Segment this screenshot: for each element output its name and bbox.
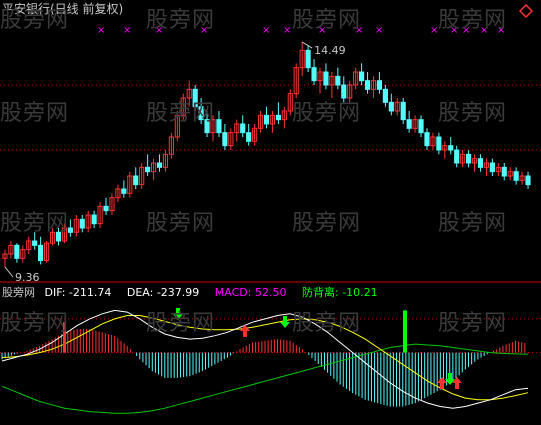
candle-body: [103, 205, 109, 212]
signal-bar-green: [403, 310, 407, 353]
legend-dea: DEA: -237.99: [126, 286, 200, 299]
candle-body: [311, 67, 317, 82]
candle-body: [275, 114, 281, 121]
signal-marker: ×: [283, 25, 291, 36]
up-arrow-icon: [452, 377, 462, 389]
candle-body: [359, 71, 365, 82]
watermark-text: 股旁网: [292, 8, 362, 33]
candle-body: [263, 114, 270, 125]
watermark-text: 股旁网: [438, 211, 508, 236]
high-marker-line: [301, 41, 313, 49]
watermark-text: 股旁网: [0, 101, 70, 126]
legend-defense: 防背离: -10.21: [301, 286, 378, 299]
watermark-text: 股旁网: [0, 211, 70, 236]
high-annotation: 14.49: [314, 44, 346, 57]
candle-body: [513, 171, 519, 181]
candle-body: [448, 145, 454, 151]
candle-body: [382, 88, 388, 103]
candle-body: [489, 162, 495, 173]
candle-body: [145, 166, 151, 173]
watermark-text: 股旁网: [146, 311, 216, 336]
low-annotation: 9.36: [15, 271, 39, 284]
down-arrow-icon: [280, 316, 290, 328]
watermark-text: 股旁网: [146, 101, 216, 126]
legend-macd: MACD: 52.50: [214, 286, 287, 299]
candle-body: [79, 218, 85, 229]
candle-body: [436, 136, 442, 151]
legend-title: 股旁网: [2, 286, 35, 299]
candle-body: [335, 75, 341, 86]
indicator-legend: 股旁网 DIF: -211.74 DEA: -237.99 MACD: 52.5…: [2, 286, 390, 299]
candle-body: [376, 80, 383, 90]
legend-defense-value: -10.21: [342, 286, 378, 299]
legend-macd-value: 52.50: [254, 286, 287, 299]
candle-body: [364, 80, 371, 90]
candle-body: [91, 214, 97, 225]
candle-body: [406, 119, 412, 129]
candle-body: [424, 132, 430, 147]
signal-marker: ×: [262, 25, 270, 36]
watermark-text: 股旁网: [292, 311, 362, 336]
watermark-text: 股旁网: [438, 8, 508, 33]
candle-body: [240, 123, 246, 134]
low-marker-line: [4, 266, 14, 278]
candle-body: [32, 240, 38, 246]
candle-body: [305, 49, 311, 69]
diamond-icon[interactable]: [519, 4, 533, 18]
watermark-text: 股旁网: [438, 311, 508, 336]
candle-body: [156, 162, 163, 168]
candle-body: [216, 119, 222, 134]
candle-body: [501, 166, 507, 177]
candle-body: [388, 101, 394, 112]
candle-body: [121, 188, 127, 194]
signal-marker: ×: [375, 25, 383, 36]
watermark-text: 股旁网: [146, 8, 216, 33]
watermark-text: 股旁网: [292, 101, 362, 126]
watermark-text: 股旁网: [0, 311, 70, 336]
legend-dif-value: -211.74: [68, 286, 112, 299]
candle-body: [418, 119, 424, 134]
candle-body: [133, 175, 139, 186]
watermark-text: 股旁网: [0, 8, 70, 33]
candle-body: [454, 149, 460, 164]
candle-body: [14, 244, 20, 259]
legend-dea-value: -237.99: [156, 286, 200, 299]
candle-body: [400, 101, 406, 121]
candle-body: [477, 158, 484, 168]
candle-body: [323, 71, 329, 86]
signal-marker: ×: [123, 25, 131, 36]
watermark-text: 股旁网: [438, 101, 508, 126]
candle-body: [246, 132, 252, 142]
watermark-text: 股旁网: [292, 211, 362, 236]
stock-chart: { "chart_data": [ { "type": "candlestick…: [0, 0, 541, 425]
candle-body: [525, 175, 531, 186]
candle-body: [466, 153, 472, 164]
candle-body: [222, 132, 228, 147]
candle-body: [38, 244, 44, 261]
signal-marker: ×: [97, 25, 105, 36]
legend-dif: DIF: -211.74: [44, 286, 112, 299]
watermark-text: 股旁网: [146, 211, 216, 236]
